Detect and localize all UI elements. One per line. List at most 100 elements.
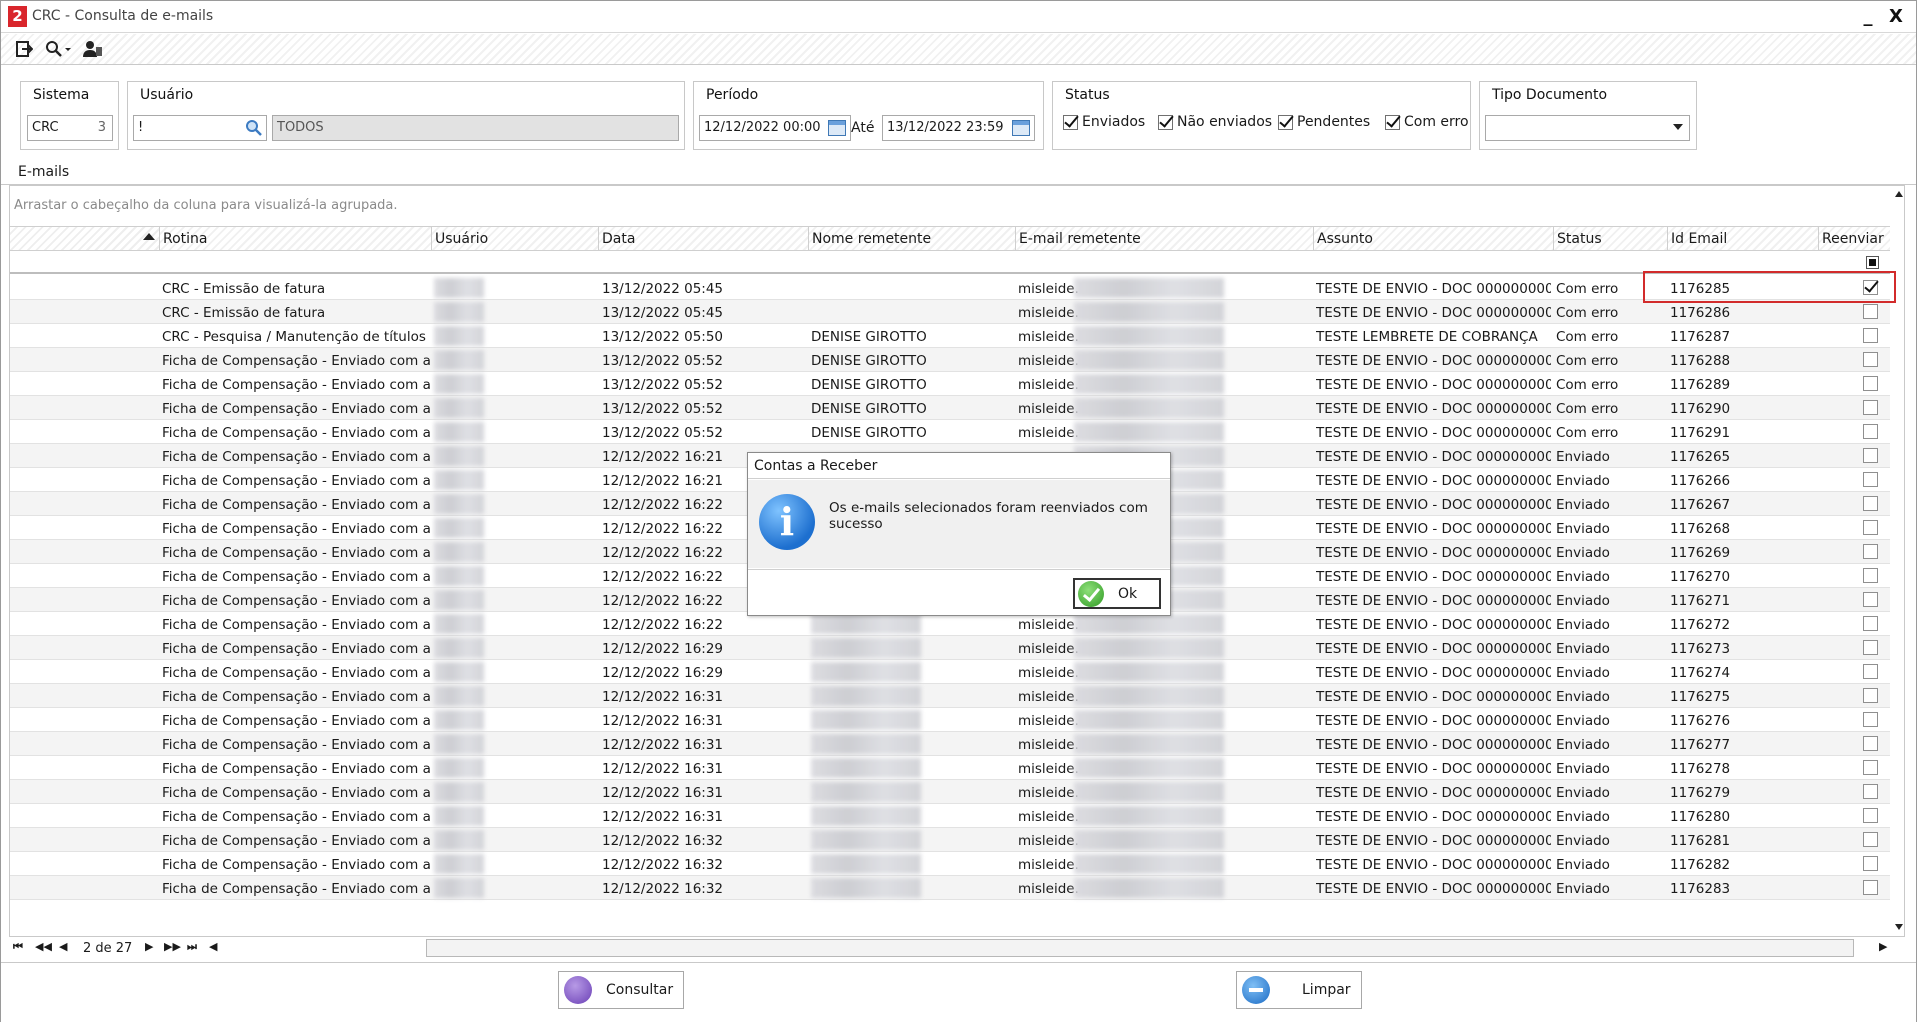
column-header-id-email[interactable]: Id Email [1667,227,1818,250]
horizontal-scrollbar[interactable] [426,939,1854,957]
column-header-data[interactable]: Data [598,227,808,250]
status-pendentes-checkbox[interactable]: Pendentes [1278,114,1370,130]
minimize-button[interactable]: _ [1856,4,1880,30]
reenviar-checkbox[interactable] [1863,736,1878,751]
reenviar-checkbox[interactable] [1863,832,1878,847]
select-all-checkbox[interactable] [1866,256,1879,269]
cell-data: 12/12/2022 16:31 [602,761,724,777]
column-header-reenviar[interactable]: Reenviar [1818,227,1890,250]
reenviar-checkbox[interactable] [1863,376,1878,391]
next-group-icon[interactable]: ▶▶ [164,940,181,953]
checkbox-box[interactable] [1158,114,1173,130]
ok-button[interactable]: Ok [1073,578,1161,609]
reenviar-checkbox[interactable] [1863,616,1878,631]
reenviar-checkbox[interactable] [1863,328,1878,343]
reenviar-checkbox[interactable] [1863,304,1878,319]
table-row[interactable]: Ficha de Compensação - Enviado com a u..… [10,876,1890,900]
table-row[interactable]: Ficha de Compensação - Enviado com a u..… [10,852,1890,876]
reenviar-checkbox[interactable] [1863,688,1878,703]
scroll-left-icon[interactable]: ◀ [209,940,217,953]
periodo-from-input[interactable]: 12/12/2022 00:00 [699,115,851,141]
table-row[interactable]: Ficha de Compensação - Enviado com a u..… [10,732,1890,756]
cell-id: 1176289 [1670,377,1731,393]
reenviar-checkbox[interactable] [1863,640,1878,655]
reenviar-checkbox[interactable] [1863,520,1878,535]
reenviar-checkbox[interactable] [1863,664,1878,679]
table-row[interactable]: Ficha de Compensação - Enviado com a u..… [10,804,1890,828]
redacted-email [1074,854,1224,874]
column-header-rotina[interactable]: Rotina [159,227,431,250]
reenviar-checkbox[interactable] [1863,448,1878,463]
status-com-erro-checkbox[interactable]: Com erro [1385,114,1469,130]
last-page-icon[interactable]: ⏭ [187,940,197,954]
table-row[interactable]: CRC - Emissão de fatura 13/12/2022 05:45 m… [10,276,1890,300]
reenviar-checkbox[interactable] [1863,712,1878,727]
consultar-button[interactable]: Consultar [558,971,684,1009]
table-row[interactable]: Ficha de Compensação - Enviado com a u..… [10,420,1890,444]
table-row[interactable]: CRC - Pesquisa / Manutenção de títulos 13… [10,324,1890,348]
table-row[interactable]: Ficha de Compensação - Enviado com a u..… [10,636,1890,660]
column-header-email-remetente[interactable]: E-mail remetente [1015,227,1313,250]
usuario-input[interactable]: ! [133,115,267,141]
table-row[interactable]: Ficha de Compensação - Enviado com a u..… [10,708,1890,732]
cell-assunto: TESTE DE ENVIO - DOC 0000000001... [1316,833,1551,849]
reenviar-checkbox[interactable] [1863,880,1878,895]
search-dropdown-button[interactable] [41,37,75,61]
scroll-down-icon[interactable] [1895,924,1903,930]
column-header-assunto[interactable]: Assunto [1313,227,1553,250]
reenviar-checkbox[interactable] [1863,784,1878,799]
reenviar-checkbox[interactable] [1863,424,1878,439]
periodo-to-value: 13/12/2022 23:59 [887,120,1004,135]
search-icon[interactable] [245,119,263,137]
calendar-icon[interactable] [828,120,846,136]
scroll-right-icon[interactable]: ▶ [1879,940,1887,953]
table-row[interactable]: Ficha de Compensação - Enviado com a u..… [10,348,1890,372]
table-row[interactable]: Ficha de Compensação - Enviado com a u..… [10,756,1890,780]
sistema-field[interactable]: CRC 3 [27,115,113,141]
reenviar-checkbox[interactable] [1863,592,1878,607]
checkbox-box[interactable] [1278,114,1293,130]
cell-assunto: TESTE DE ENVIO - DOC 0000000001... [1316,857,1551,873]
reenviar-checkbox[interactable] [1863,472,1878,487]
tab-emails[interactable]: E-mails [1,161,1916,185]
previous-group-icon[interactable]: ◀◀ [35,940,52,953]
reenviar-checkbox[interactable] [1863,760,1878,775]
exit-button[interactable] [13,37,35,61]
chevron-down-icon[interactable] [1673,124,1683,130]
previous-page-icon[interactable]: ◀ [59,940,67,953]
status-nao-enviados-checkbox[interactable]: Não enviados [1158,114,1272,130]
reenviar-checkbox[interactable] [1863,400,1878,415]
periodo-to-input[interactable]: 13/12/2022 23:59 [882,115,1035,141]
reenviar-checkbox[interactable] [1863,808,1878,823]
calendar-icon[interactable] [1012,120,1030,136]
cell-email: misleide. [1018,329,1078,345]
checkbox-box[interactable] [1385,114,1400,130]
limpar-button[interactable]: Limpar [1236,971,1362,1009]
reenviar-checkbox[interactable] [1863,544,1878,559]
column-header-status[interactable]: Status [1553,227,1667,250]
reenviar-checkbox[interactable] [1863,352,1878,367]
column-header-usuario[interactable]: Usuário [431,227,598,250]
scroll-up-icon[interactable] [1895,191,1903,197]
table-row[interactable]: Ficha de Compensação - Enviado com a u..… [10,780,1890,804]
table-row[interactable]: Ficha de Compensação - Enviado com a u..… [10,660,1890,684]
reenviar-checkbox[interactable] [1863,496,1878,511]
table-row[interactable]: Ficha de Compensação - Enviado com a u..… [10,396,1890,420]
tipo-documento-select[interactable] [1485,115,1690,141]
group-by-hint[interactable]: Arrastar o cabeçalho da coluna para visu… [14,198,398,213]
first-page-icon[interactable]: ⏮ [13,940,23,954]
reenviar-checkbox[interactable] [1863,568,1878,583]
table-row[interactable]: Ficha de Compensação - Enviado com a u..… [10,372,1890,396]
reenviar-checkbox[interactable] [1863,856,1878,871]
user-button[interactable] [81,37,105,61]
table-row[interactable]: Ficha de Compensação - Enviado com a u..… [10,828,1890,852]
sort-ascending-icon[interactable] [143,233,155,240]
close-button[interactable]: X [1884,4,1908,30]
next-page-icon[interactable]: ▶ [145,940,153,953]
redacted-usuario [434,710,484,730]
table-row[interactable]: CRC - Emissão de fatura 13/12/2022 05:45 m… [10,300,1890,324]
checkbox-box[interactable] [1063,114,1078,130]
column-header-nome-remetente[interactable]: Nome remetente [808,227,1015,250]
table-row[interactable]: Ficha de Compensação - Enviado com a u..… [10,684,1890,708]
status-enviados-checkbox[interactable]: Enviados [1063,114,1145,130]
